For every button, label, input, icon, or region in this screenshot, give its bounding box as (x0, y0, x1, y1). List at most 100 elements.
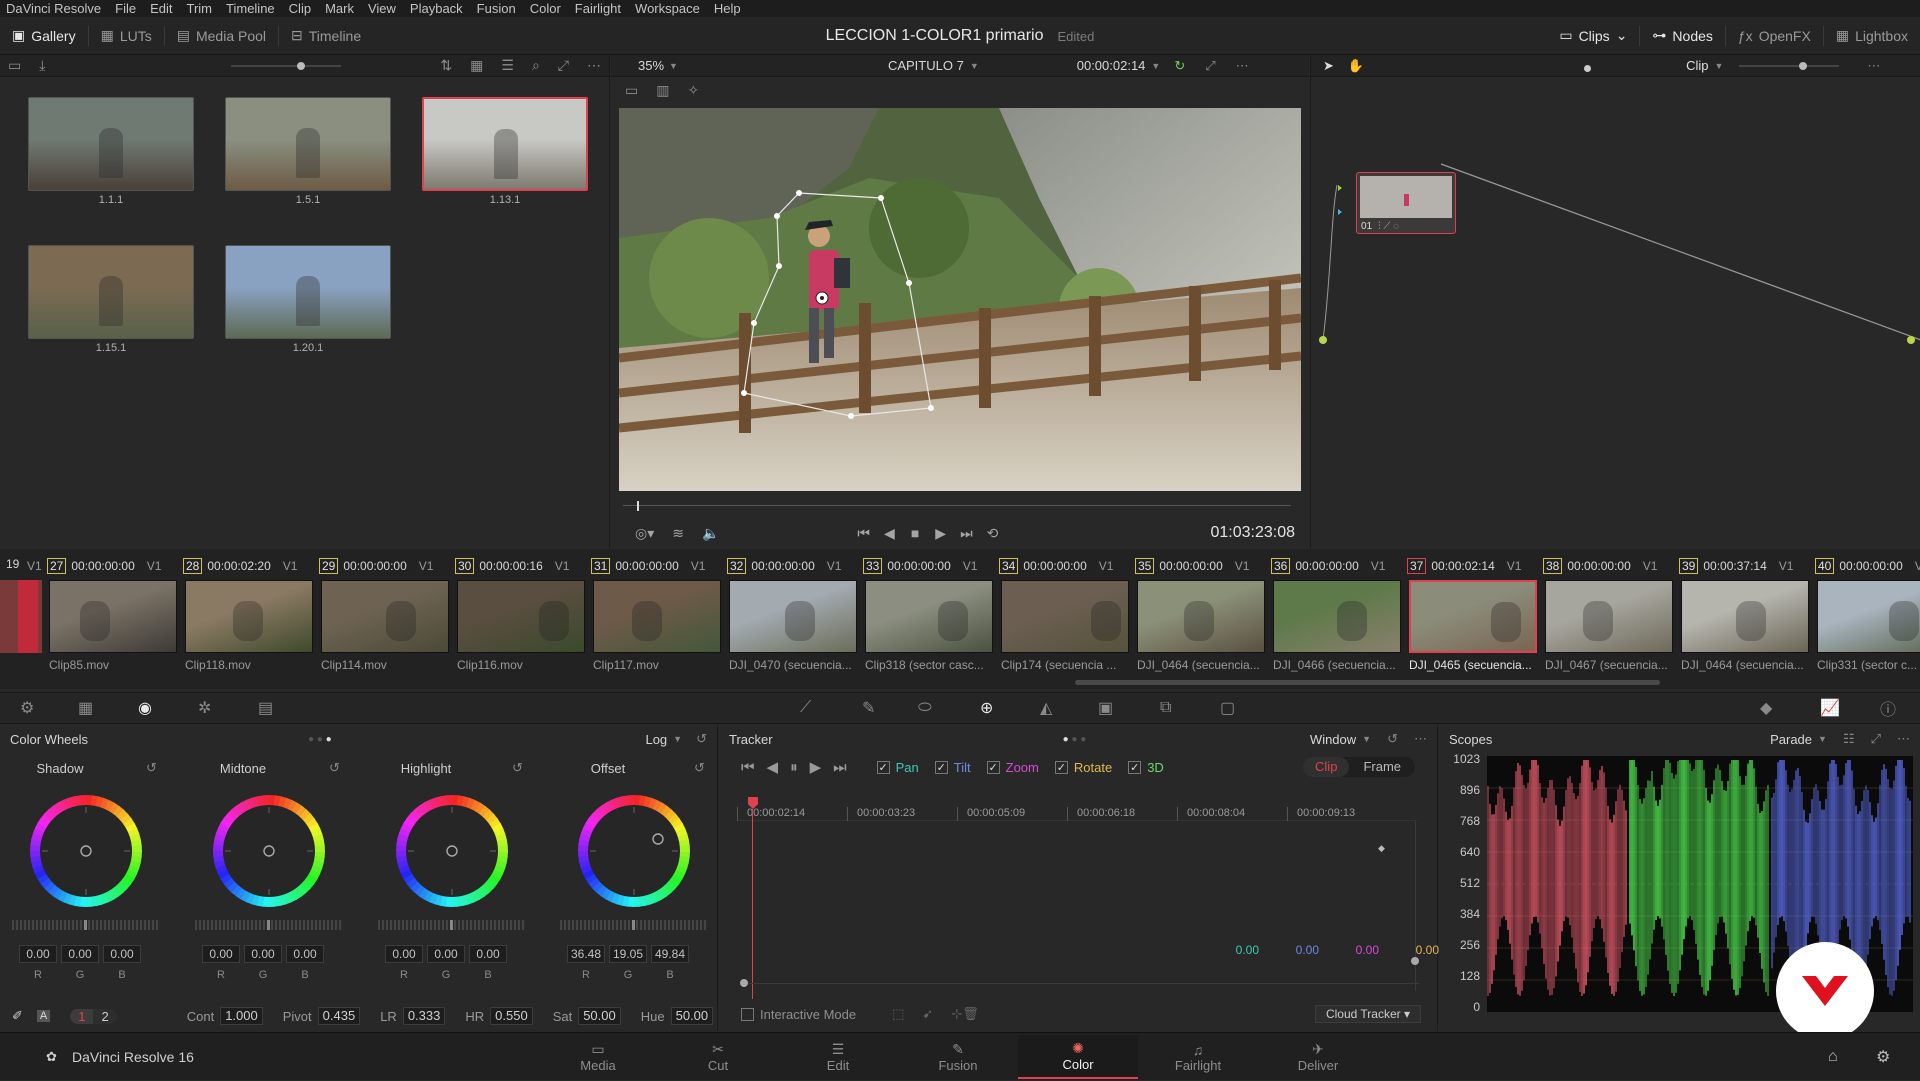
tracker-option-pan[interactable]: ✓ Pan (876, 760, 919, 775)
page-media[interactable]: ▭ Media (538, 1035, 658, 1079)
gallery-still[interactable] (225, 245, 391, 339)
menu-item-edit[interactable]: Edit (150, 0, 172, 17)
menu-item-mark[interactable]: Mark (325, 0, 354, 17)
toolbar-media-pool-button[interactable]: ▤ Media Pool (165, 17, 278, 55)
master-wheel-slider[interactable] (378, 920, 526, 930)
expand-icon[interactable]: ⤢ (1871, 731, 1881, 747)
gallery-still[interactable] (225, 97, 391, 191)
viewer-mode-icon[interactable]: ◎▾ (635, 525, 654, 542)
keyframe-marker[interactable]: ◆ (1378, 843, 1385, 854)
menu-item-fusion[interactable]: Fusion (477, 0, 516, 17)
tracker-ruler[interactable]: 00:00:02:14 00:00:03:23 00:00:05:09 00:00:0… (737, 803, 1417, 821)
wheel-value-g[interactable]: 0.00 (244, 945, 282, 963)
reset-icon[interactable]: ↺ (1387, 731, 1398, 747)
toolbar-openfx-button[interactable]: ƒx OpenFX (1726, 17, 1823, 55)
page-fusion[interactable]: ✎ Fusion (898, 1035, 1018, 1079)
menu-item-trim[interactable]: Trim (187, 0, 213, 17)
tracker-option-tilt[interactable]: ✓ Tilt (934, 760, 971, 775)
viewer-image[interactable] (619, 108, 1301, 491)
reset-wheel-icon[interactable]: ↺ (512, 760, 523, 776)
menu-item-timeline[interactable]: Timeline (226, 0, 275, 17)
wheel-value-b[interactable]: 0.00 (469, 945, 507, 963)
menu-item-davinci-resolve[interactable]: DaVinci Resolve (6, 0, 101, 17)
page-2-button[interactable]: 2 (93, 1008, 117, 1024)
track-forward-icon[interactable]: ▶ (810, 758, 822, 776)
page-deliver[interactable]: ✈ Deliver (1258, 1035, 1378, 1079)
clip-thumbnail[interactable] (185, 580, 313, 653)
go-to-end-icon[interactable]: ⏭ (960, 525, 973, 542)
clip-thumbnail[interactable] (1001, 580, 1129, 653)
reset-all-icon[interactable]: ↺ (696, 731, 707, 747)
tracker-hscroll[interactable] (743, 983, 1419, 984)
search-icon[interactable]: ⌕ (532, 57, 540, 74)
curves-icon[interactable]: ⟋ (800, 699, 811, 717)
menu-item-file[interactable]: File (115, 0, 136, 17)
clip-thumbnail[interactable] (1273, 580, 1401, 653)
thumb-size-slider[interactable] (231, 61, 342, 70)
scope-settings-icon[interactable]: ☷ (1843, 731, 1855, 747)
toolbar-clips-button[interactable]: ▭ Clips ⌄ (1547, 17, 1639, 55)
gallery-still[interactable] (422, 97, 588, 191)
fullscreen-icon[interactable]: ⤢ (558, 57, 569, 74)
page-1-button[interactable]: 1 (70, 1008, 94, 1024)
page-indicator-dots[interactable]: ● ● ● (1063, 734, 1087, 745)
clip-thumbnail[interactable] (1137, 580, 1265, 653)
param-input-sat[interactable]: 50.00 (578, 1007, 621, 1025)
toolbar-luts-button[interactable]: ▦ LUTs (89, 17, 164, 55)
window-icon[interactable]: ⬭ (918, 699, 932, 717)
qualifier-icon[interactable]: ✎ (862, 698, 875, 718)
more-options-icon[interactable]: ⋯ (1867, 58, 1880, 74)
wheel-value-r[interactable]: 0.00 (19, 945, 57, 963)
frame-button[interactable]: Frame (1349, 757, 1415, 777)
color-wheels-icon[interactable]: ◉ (138, 698, 152, 718)
clip-button[interactable]: Clip (1303, 757, 1350, 777)
hand-icon[interactable]: ✋ (1348, 58, 1364, 74)
cloud-tracker-select[interactable]: Cloud Tracker ▾ (1314, 1005, 1421, 1023)
color-wheel[interactable] (576, 793, 692, 909)
wheel-value-g[interactable]: 19.05 (609, 945, 647, 963)
menu-item-view[interactable]: View (368, 0, 396, 17)
clip-thumbnail[interactable] (1681, 580, 1809, 653)
clip-thumbnail[interactable] (1817, 580, 1920, 653)
pointer-icon[interactable]: ➤ (1323, 58, 1334, 74)
zoom-select[interactable]: 35% (638, 58, 664, 73)
stop-icon[interactable]: ■ (911, 525, 919, 541)
menu-item-playback[interactable]: Playback (410, 0, 463, 17)
motion-effects-icon[interactable]: ▤ (258, 698, 273, 718)
menu-item-color[interactable]: Color (530, 0, 561, 17)
sizing-icon[interactable]: ⧉ (1160, 699, 1171, 717)
auto-balance-button[interactable]: A (36, 1010, 51, 1022)
node-01[interactable]: 01 ⫶ ⟋ ◌ (1356, 172, 1456, 234)
page-edit[interactable]: ☰ Edit (778, 1035, 898, 1079)
track-reverse-start-icon[interactable]: ⏮ (741, 759, 755, 776)
fullscreen-icon[interactable]: ⤢ (1205, 58, 1215, 74)
wheel-mode-select[interactable]: Log (645, 732, 667, 747)
tracker-hscroll-handle[interactable] (740, 979, 748, 987)
wheel-value-b[interactable]: 0.00 (286, 945, 324, 963)
rgb-mixer-icon[interactable]: ✲ (198, 698, 211, 718)
reset-wheel-icon[interactable]: ↺ (329, 760, 340, 776)
more-options-icon[interactable]: ⋯ (587, 57, 601, 74)
reset-wheel-icon[interactable]: ↺ (146, 760, 157, 776)
color-wheel[interactable] (211, 793, 327, 909)
clip-thumbnail[interactable] (1545, 580, 1673, 653)
layers-icon[interactable]: ≋ (672, 525, 684, 542)
volume-icon[interactable]: 🔈 (702, 525, 719, 542)
toolbar-nodes-button[interactable]: ⊶ Nodes (1640, 17, 1724, 55)
toolbar-timeline-button[interactable]: ⊟ Timeline (279, 17, 373, 55)
single-view-icon[interactable]: ▭ (625, 82, 638, 99)
clip-thumbnail[interactable] (457, 580, 585, 653)
page-fairlight[interactable]: ♫ Fairlight (1138, 1035, 1258, 1079)
loop-icon[interactable]: ↻ (1174, 58, 1185, 74)
clip-thumbnail[interactable] (1409, 580, 1537, 653)
clip-thumbnail[interactable] (729, 580, 857, 653)
tracker-option-rotate[interactable]: ✓ Rotate (1054, 760, 1112, 775)
track-forward-end-icon[interactable]: ⏭ (833, 759, 847, 776)
sort-icon[interactable]: ⇅ (440, 57, 452, 74)
tracker-vscroll[interactable] (1415, 821, 1416, 991)
master-wheel-slider[interactable] (195, 920, 343, 930)
param-input-hr[interactable]: 0.550 (490, 1007, 533, 1025)
more-options-icon[interactable]: ⋯ (1897, 731, 1910, 747)
master-wheel-slider[interactable] (560, 920, 708, 930)
insert-icon[interactable]: ⬚ (892, 1006, 904, 1022)
